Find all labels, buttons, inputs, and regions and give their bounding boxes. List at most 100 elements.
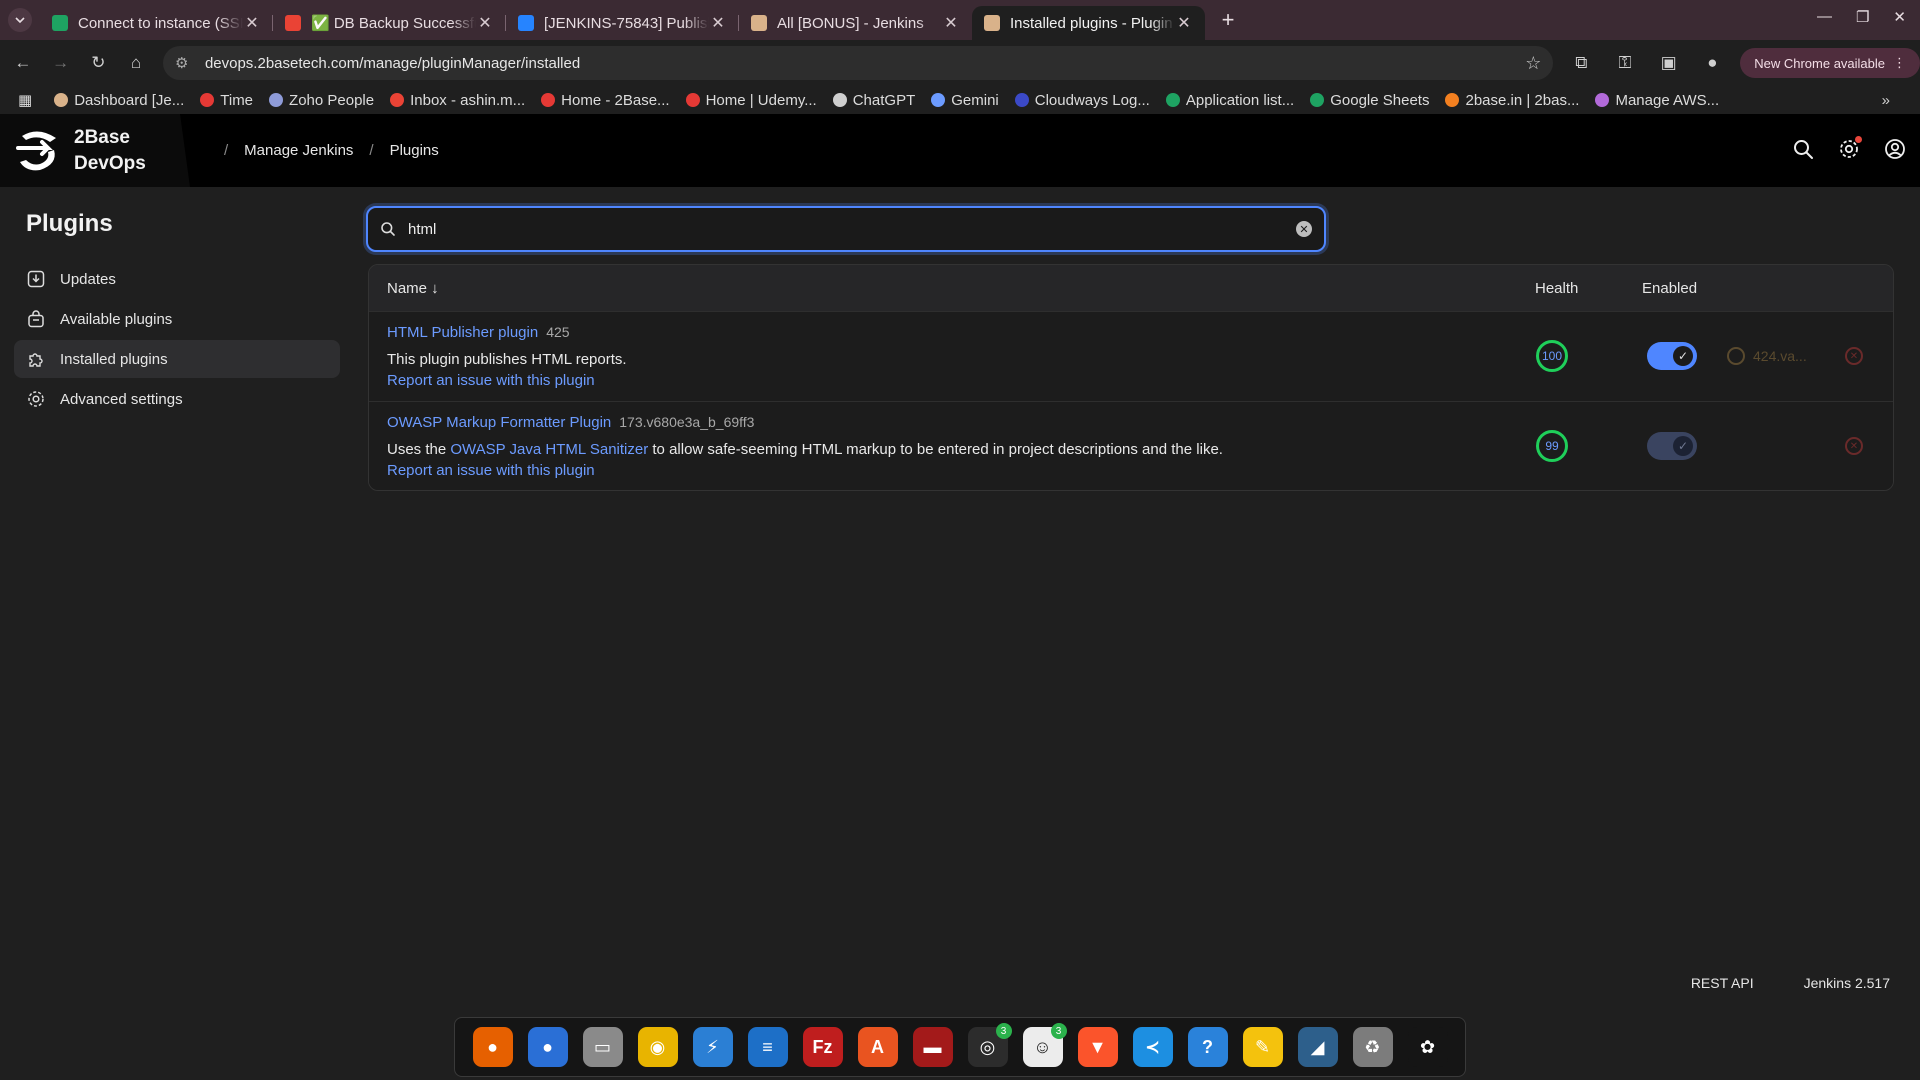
clear-search-icon[interactable]: ✕: [1296, 221, 1312, 237]
owasp-sanitizer-link[interactable]: OWASP Java HTML Sanitizer: [450, 441, 648, 458]
sidebar-item-available-plugins[interactable]: Available plugins: [14, 300, 340, 338]
dock-glyph: ✿: [1419, 1036, 1436, 1057]
browser-tab[interactable]: Connect to instance (SSH ✕: [40, 6, 273, 40]
dock-glyph: ●: [542, 1036, 553, 1057]
close-tab-icon[interactable]: ✕: [942, 13, 960, 33]
back-icon[interactable]: ←: [4, 53, 42, 73]
mysql-workbench-icon[interactable]: ◢: [1297, 1027, 1338, 1067]
new-tab-button[interactable]: +: [1215, 7, 1241, 33]
search-icon[interactable]: [1792, 138, 1814, 160]
bookmark-item[interactable]: Gemini: [931, 92, 999, 109]
ubuntu-apps-icon[interactable]: ✿: [1407, 1027, 1448, 1067]
close-tab-icon[interactable]: ✕: [1175, 13, 1193, 33]
manage-jenkins-gear-icon[interactable]: [1838, 136, 1862, 160]
terminal-app-icon[interactable]: ▬: [912, 1027, 953, 1067]
new-chrome-available-button[interactable]: New Chrome available ⋮: [1740, 48, 1920, 78]
reload-icon[interactable]: ↻: [79, 53, 117, 73]
bookmark-item[interactable]: Home - 2Base...: [541, 92, 670, 109]
plugin-description: This plugin publishes HTML reports.: [387, 351, 627, 368]
url-text[interactable]: devops.2basetech.com/manage/pluginManage…: [205, 55, 1525, 72]
notification-badge: 3: [995, 1023, 1012, 1039]
plugin-name-link[interactable]: OWASP Markup Formatter Plugin: [387, 414, 611, 431]
breadcrumb-plugins[interactable]: Plugins: [390, 142, 439, 159]
browser-tab[interactable]: [JENKINS-75843] Publish ✕: [506, 6, 739, 40]
bookmark-item[interactable]: ChatGPT: [832, 92, 915, 109]
close-tab-icon[interactable]: ✕: [476, 13, 494, 33]
header-actions: [1792, 136, 1906, 160]
bookmark-item[interactable]: Google Sheets: [1310, 92, 1429, 109]
browser-tab[interactable]: ✅ DB Backup Successful ✕: [273, 6, 506, 40]
bookmark-item[interactable]: 2base.in | 2bas...: [1445, 92, 1579, 109]
site-info-icon[interactable]: ⚙: [175, 54, 195, 72]
bookmark-item[interactable]: Dashboard [Je...: [54, 92, 184, 109]
trash-icon[interactable]: ♻: [1352, 1027, 1393, 1067]
rest-api-link[interactable]: REST API: [1691, 975, 1754, 991]
browser-tab[interactable]: All [BONUS] - Jenkins ✕: [739, 6, 972, 40]
vscode-icon[interactable]: ≺: [1132, 1027, 1173, 1067]
forward-icon[interactable]: →: [42, 53, 80, 73]
enabled-toggle[interactable]: ✓: [1647, 342, 1697, 370]
jenkins-version-link[interactable]: Jenkins 2.517: [1804, 975, 1890, 991]
firefox-icon[interactable]: ●: [472, 1027, 513, 1067]
plugin-description-text: Uses the: [387, 441, 451, 458]
user-account-icon[interactable]: [1884, 138, 1906, 160]
apps-grid-icon[interactable]: ▦: [18, 91, 32, 109]
bookmark-label: Dashboard [Je...: [74, 91, 185, 109]
report-issue-link[interactable]: Report an issue with this plugin: [387, 462, 595, 479]
minimize-icon[interactable]: —: [1817, 8, 1832, 26]
extensions-icon[interactable]: ⧉: [1559, 53, 1603, 73]
search-input[interactable]: [408, 220, 1296, 238]
sidebar-item-updates[interactable]: Updates: [14, 260, 340, 298]
downgrade-button[interactable]: 424.va...: [1727, 347, 1807, 365]
files-icon[interactable]: ▭: [582, 1027, 623, 1067]
jenkins-app-icon[interactable]: ☺ 3: [1022, 1023, 1067, 1067]
sidebar-item-installed-plugins[interactable]: Installed plugins: [14, 340, 340, 378]
bookmark-item[interactable]: Inbox - ashin.m...: [390, 92, 525, 109]
password-key-icon[interactable]: ⚿: [1603, 53, 1647, 73]
address-bar[interactable]: ⚙ devops.2basetech.com/manage/pluginMana…: [162, 46, 1554, 80]
bookmark-item[interactable]: Home | Udemy...: [685, 92, 817, 109]
jenkins-brand-link[interactable]: 2Base DevOps: [0, 114, 190, 187]
rhythmbox-icon[interactable]: ◉: [637, 1027, 678, 1067]
dock-glyph: ●: [487, 1036, 498, 1057]
uninstall-icon[interactable]: ✕: [1845, 347, 1863, 365]
health-score-badge[interactable]: 100: [1536, 340, 1568, 372]
sidebar-item-advanced-settings[interactable]: Advanced settings: [14, 380, 340, 418]
home-icon[interactable]: ⌂: [117, 53, 155, 73]
chrome-icon[interactable]: ◎ 3: [967, 1023, 1012, 1067]
bookmark-favicon-icon: [832, 93, 847, 107]
bookmark-item[interactable]: Time: [200, 92, 253, 109]
thunderbird-icon[interactable]: ●: [527, 1027, 568, 1067]
table-row: OWASP Markup Formatter Plugin 173.v680e3a…: [369, 401, 1893, 490]
tab-search-button[interactable]: [8, 8, 32, 32]
brave-icon[interactable]: ▼: [1077, 1027, 1118, 1067]
breadcrumb-manage-jenkins[interactable]: Manage Jenkins: [244, 142, 353, 159]
help-icon[interactable]: ?: [1187, 1027, 1228, 1067]
report-issue-link[interactable]: Report an issue with this plugin: [387, 372, 595, 389]
writer-icon[interactable]: ≡: [747, 1027, 788, 1067]
bookmark-item[interactable]: Cloudways Log...: [1014, 92, 1150, 109]
bookmark-item[interactable]: Zoho People: [269, 92, 374, 109]
plugin-name-link[interactable]: HTML Publisher plugin: [387, 324, 538, 341]
close-tab-icon[interactable]: ✕: [243, 13, 261, 33]
remmina-icon[interactable]: ⚡: [692, 1027, 733, 1067]
download-icon: [27, 270, 45, 288]
close-tab-icon[interactable]: ✕: [709, 13, 727, 33]
side-panel-icon[interactable]: ▣: [1647, 53, 1691, 73]
close-window-icon[interactable]: ✕: [1893, 8, 1906, 26]
bookmark-item[interactable]: Manage AWS...: [1595, 92, 1719, 109]
column-header-name[interactable]: Name ↓: [387, 280, 439, 297]
bookmark-star-icon[interactable]: ☆: [1525, 53, 1541, 74]
bookmark-item[interactable]: Application list...: [1165, 92, 1294, 109]
app-center-icon[interactable]: A: [857, 1027, 898, 1067]
browser-tab[interactable]: Installed plugins - Plugin ✕: [972, 6, 1205, 40]
notification-badge: 3: [1050, 1023, 1067, 1039]
restore-icon[interactable]: ❐: [1856, 8, 1869, 26]
dock-glyph: ≡: [762, 1036, 773, 1057]
health-score-badge[interactable]: 99: [1536, 430, 1568, 462]
filezilla-icon[interactable]: Fz: [802, 1027, 843, 1067]
text-editor-icon[interactable]: ✎: [1242, 1027, 1283, 1067]
more-bookmarks-icon[interactable]: »: [1882, 92, 1890, 109]
dock-glyph: ◎: [979, 1036, 996, 1057]
profile-avatar[interactable]: ●: [1691, 53, 1735, 73]
